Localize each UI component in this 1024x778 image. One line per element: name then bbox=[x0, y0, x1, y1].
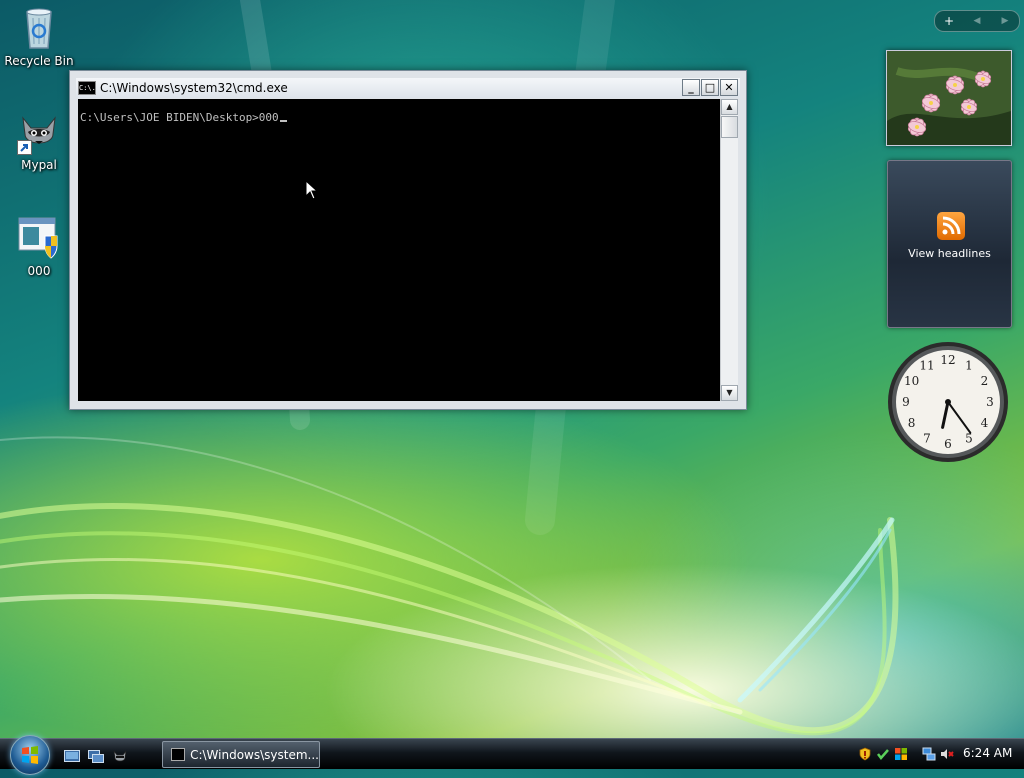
taskbar-button-label: C:\Windows\system... bbox=[190, 747, 319, 762]
start-button[interactable] bbox=[10, 735, 50, 775]
text-cursor bbox=[279, 120, 287, 122]
clock-numeral: 2 bbox=[981, 374, 989, 388]
console-prompt: C:\Users\JOE BIDEN\Desktop>000 bbox=[80, 111, 279, 124]
desktop-icon-label: Mypal bbox=[21, 158, 57, 172]
desktop-icon-000[interactable]: 000 bbox=[1, 214, 77, 278]
desktop-icon-mypal[interactable]: Mypal bbox=[1, 108, 77, 172]
cmd-window[interactable]: C:\. C:\Windows\system32\cmd.exe _ □ ✕ C… bbox=[69, 70, 747, 410]
feed-headlines-gadget[interactable]: View headlines bbox=[887, 160, 1012, 328]
taskbar: C:\Windows\system... 6:24 AM bbox=[0, 735, 1024, 775]
raccoon-icon bbox=[15, 108, 63, 156]
shortcut-arrow-icon bbox=[17, 140, 32, 155]
flower-photo bbox=[887, 51, 1011, 145]
cmd-taskbar-icon bbox=[171, 748, 186, 761]
mypal-quicklaunch-icon[interactable] bbox=[112, 748, 128, 762]
desktop-icon-recycle-bin[interactable]: Recycle Bin bbox=[1, 4, 77, 68]
scroll-up-button[interactable]: ▲ bbox=[721, 99, 738, 115]
sidebar-next-button[interactable]: ▶ bbox=[991, 16, 1019, 26]
window-controls: _ □ ✕ bbox=[682, 79, 738, 96]
mouse-pointer-icon bbox=[305, 180, 319, 200]
windows-logo-icon bbox=[22, 746, 38, 764]
sidebar-controls: + ◀ ▶ bbox=[934, 10, 1020, 32]
clock-numeral: 8 bbox=[908, 416, 916, 430]
clock-numeral: 11 bbox=[919, 359, 934, 373]
clock-numeral: 9 bbox=[902, 395, 910, 409]
network-icon[interactable] bbox=[922, 746, 936, 761]
console-output[interactable]: C:\Users\JOE BIDEN\Desktop>000 bbox=[78, 99, 720, 401]
cmd-window-title: C:\Windows\system32\cmd.exe bbox=[100, 81, 288, 95]
scroll-thumb[interactable] bbox=[721, 116, 738, 138]
windows-update-icon[interactable] bbox=[894, 746, 908, 760]
desktop-icon-label: Recycle Bin bbox=[4, 54, 74, 68]
analog-clock: 12 12 3 45678 9 1011 bbox=[888, 342, 1008, 462]
network-check-icon[interactable] bbox=[876, 746, 890, 760]
show-desktop-icon[interactable] bbox=[64, 748, 80, 762]
scroll-down-button[interactable]: ▼ bbox=[721, 385, 738, 401]
view-headlines-link[interactable]: View headlines bbox=[888, 247, 1011, 260]
clock-numeral: 1 bbox=[965, 359, 973, 373]
cmd-app-icon: C:\. bbox=[78, 81, 96, 95]
console-line: C:\Users\JOE BIDEN\Desktop>000 bbox=[80, 111, 287, 124]
clock-numeral: 6 bbox=[944, 437, 952, 451]
clock-numeral: 12 bbox=[940, 353, 955, 367]
volume-muted-icon[interactable] bbox=[940, 746, 954, 760]
security-shield-icon[interactable] bbox=[858, 746, 872, 761]
minimize-button[interactable]: _ bbox=[682, 79, 700, 96]
clock-numeral: 4 bbox=[981, 416, 989, 430]
desktop-icon-label: 000 bbox=[27, 264, 51, 278]
cmd-title-bar[interactable]: C:\. C:\Windows\system32\cmd.exe _ □ ✕ bbox=[76, 78, 740, 98]
taskbar-button-cmd[interactable]: C:\Windows\system... bbox=[162, 741, 320, 768]
clock-numeral: 3 bbox=[986, 395, 994, 409]
program-shield-icon bbox=[15, 214, 63, 262]
vertical-scrollbar[interactable]: ▲ ▼ bbox=[720, 99, 738, 401]
clock-gadget[interactable]: 12 1 2 3 4 5 6 7 8 9 10 11 bbox=[886, 340, 1010, 464]
clock-numeral: 5 bbox=[965, 431, 973, 445]
maximize-button[interactable]: □ bbox=[701, 79, 719, 96]
system-tray: 6:24 AM bbox=[852, 741, 1024, 766]
clock-numeral: 10 bbox=[904, 374, 919, 388]
recycle-bin-icon bbox=[15, 4, 63, 52]
slideshow-gadget[interactable] bbox=[886, 50, 1012, 146]
close-button[interactable]: ✕ bbox=[720, 79, 738, 96]
clock-numeral: 7 bbox=[923, 431, 931, 445]
add-gadget-button[interactable]: + bbox=[935, 14, 963, 28]
rss-feed-icon bbox=[937, 212, 965, 240]
taskbar-clock[interactable]: 6:24 AM bbox=[963, 746, 1012, 760]
switch-windows-icon[interactable] bbox=[88, 748, 104, 763]
sidebar-prev-button[interactable]: ◀ bbox=[963, 16, 991, 26]
